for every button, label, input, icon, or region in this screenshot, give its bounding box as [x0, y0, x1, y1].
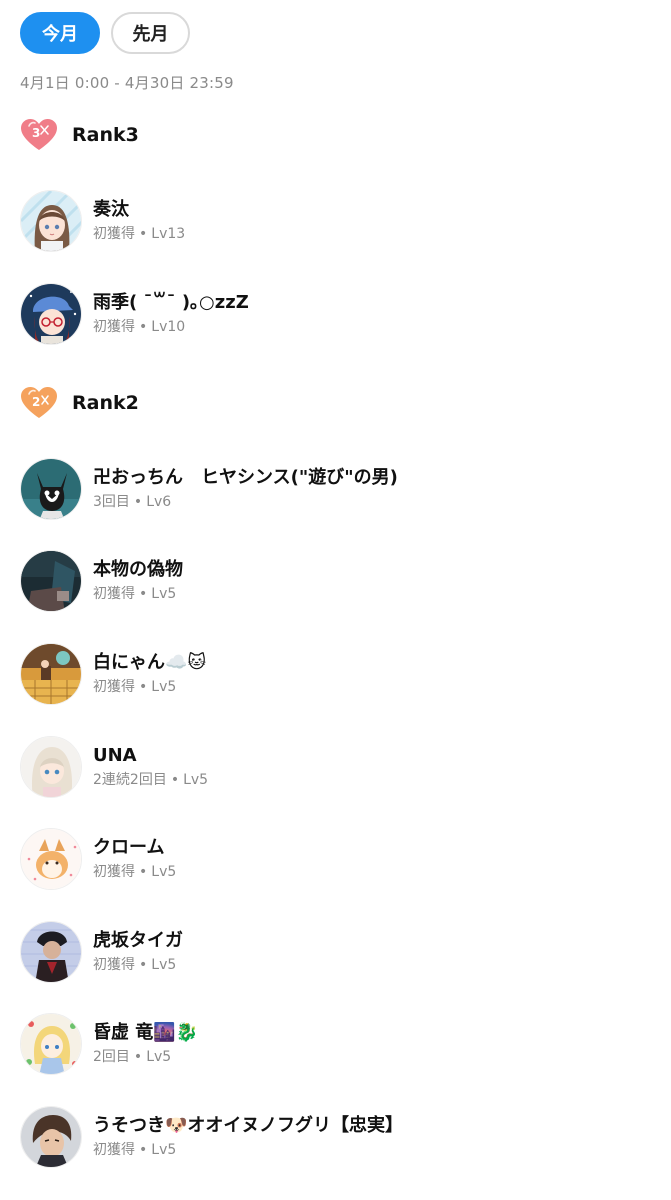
list-item[interactable]: 奏汰 初獲得 • Lv13 — [20, 189, 185, 253]
member-info: 雨季( ˉ꒳ˉ )｡○zzZ 初獲得 • Lv10 — [93, 291, 249, 337]
avatar — [20, 1106, 82, 1168]
member-meta: 初獲得 • Lv10 — [93, 319, 186, 335]
member-info: 白にゃん☁️🐱 初獲得 • Lv5 — [93, 651, 206, 697]
avatar — [20, 190, 82, 252]
member-meta: 2回目 • Lv5 — [93, 1049, 172, 1065]
member-meta: 初獲得 • Lv5 — [93, 1142, 177, 1158]
list-item[interactable]: 卍おっちん ヒヤシンス("遊び"の男) 3回目 • Lv6 — [20, 457, 398, 521]
tab-last-month[interactable]: 先月 — [111, 12, 190, 54]
svg-text:3: 3 — [32, 126, 40, 140]
member-name: 白にゃん☁️🐱 — [93, 652, 207, 673]
list-item[interactable]: 昏虚 竜🌆🐉 2回目 • Lv5 — [20, 1012, 198, 1076]
member-name: うそつき🐶オオイヌノフグリ【忠実】 — [93, 1115, 404, 1136]
list-item[interactable]: うそつき🐶オオイヌノフグリ【忠実】 初獲得 • Lv5 — [20, 1105, 403, 1169]
member-name: UNA — [93, 745, 137, 766]
heart-rank2-icon: 2 — [21, 387, 57, 418]
avatar — [20, 828, 82, 890]
rank2-title: Rank2 — [72, 392, 139, 414]
rank2-header: 2 Rank2 — [20, 386, 139, 420]
member-meta: 初獲得 • Lv5 — [93, 957, 177, 973]
member-info: 昏虚 竜🌆🐉 2回目 • Lv5 — [93, 1021, 198, 1067]
tab-this-month[interactable]: 今月 — [20, 12, 100, 54]
avatar — [20, 921, 82, 983]
member-meta: 初獲得 • Lv5 — [93, 679, 177, 695]
heart-rank3-icon: 3 — [21, 119, 57, 150]
period-tabs: 今月 先月 — [20, 12, 190, 54]
member-name: クローム — [93, 837, 165, 858]
member-name: 虎坂タイガ — [93, 930, 183, 951]
rank3-title: Rank3 — [72, 124, 139, 146]
member-info: 本物の偽物 初獲得 • Lv5 — [93, 558, 183, 604]
member-meta: 初獲得 • Lv5 — [93, 586, 177, 602]
member-name: 雨季( ˉ꒳ˉ )｡○zzZ — [93, 292, 249, 313]
list-item[interactable]: 雨季( ˉ꒳ˉ )｡○zzZ 初獲得 • Lv10 — [20, 282, 249, 346]
rank3-header: 3 Rank3 — [20, 118, 139, 152]
avatar — [20, 736, 82, 798]
list-item[interactable]: 本物の偽物 初獲得 • Lv5 — [20, 549, 183, 613]
list-item[interactable]: UNA 2連続2回目 • Lv5 — [20, 735, 208, 799]
member-info: 虎坂タイガ 初獲得 • Lv5 — [93, 929, 183, 975]
member-name: 卍おっちん ヒヤシンス("遊び"の男) — [93, 467, 398, 488]
leaderboard-page: 今月 先月 4月1日 0:00 - 4月30日 23:59 3 Rank3 奏汰… — [0, 0, 671, 1200]
member-name: 奏汰 — [93, 199, 129, 220]
avatar — [20, 1013, 82, 1075]
avatar — [20, 458, 82, 520]
member-meta: 初獲得 • Lv5 — [93, 864, 177, 880]
member-name: 昏虚 竜🌆🐉 — [93, 1022, 199, 1043]
svg-text:2: 2 — [32, 395, 40, 409]
period-range: 4月1日 0:00 - 4月30日 23:59 — [20, 74, 234, 92]
avatar — [20, 643, 82, 705]
member-meta: 2連続2回目 • Lv5 — [93, 772, 209, 788]
avatar — [20, 550, 82, 612]
list-item[interactable]: 白にゃん☁️🐱 初獲得 • Lv5 — [20, 642, 206, 706]
list-item[interactable]: 虎坂タイガ 初獲得 • Lv5 — [20, 920, 183, 984]
member-info: クローム 初獲得 • Lv5 — [93, 836, 176, 882]
member-info: 奏汰 初獲得 • Lv13 — [93, 198, 185, 244]
member-meta: 3回目 • Lv6 — [93, 494, 172, 510]
member-name: 本物の偽物 — [93, 559, 183, 580]
member-meta: 初獲得 • Lv13 — [93, 226, 186, 242]
avatar — [20, 283, 82, 345]
list-item[interactable]: クローム 初獲得 • Lv5 — [20, 827, 176, 891]
member-info: UNA 2連続2回目 • Lv5 — [93, 744, 208, 790]
member-info: うそつき🐶オオイヌノフグリ【忠実】 初獲得 • Lv5 — [93, 1114, 403, 1160]
member-info: 卍おっちん ヒヤシンス("遊び"の男) 3回目 • Lv6 — [93, 466, 398, 512]
